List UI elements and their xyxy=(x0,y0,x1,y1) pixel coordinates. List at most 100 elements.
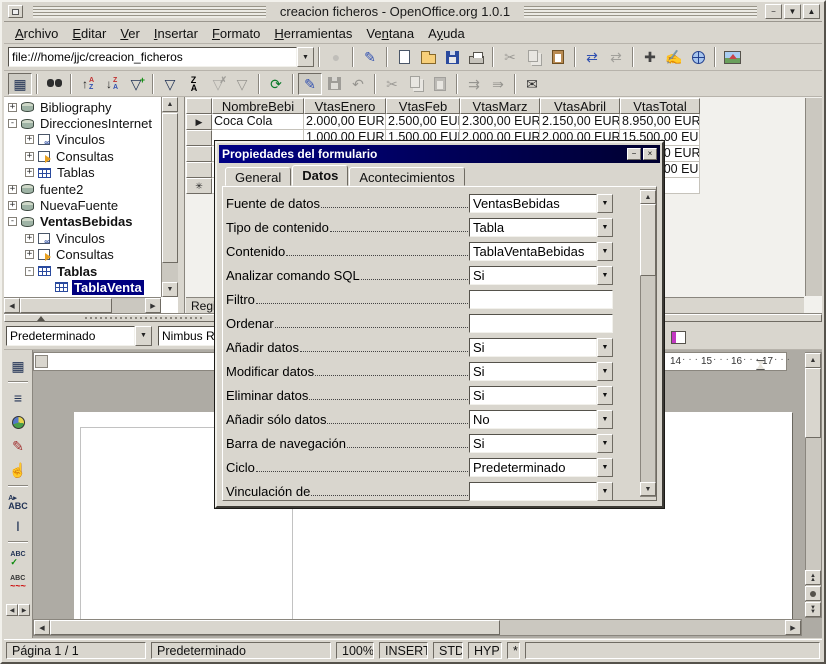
menu-herramientas[interactable]: Herramientas xyxy=(267,24,359,43)
field-value[interactable] xyxy=(469,290,613,309)
paragraph-style-value[interactable]: Predeterminado xyxy=(6,326,135,346)
scroll-down-icon[interactable]: ▼ xyxy=(162,282,178,297)
scroll-up-icon[interactable]: ▲ xyxy=(162,97,178,112)
dropdown-icon[interactable]: ▼ xyxy=(597,386,613,405)
close-icon[interactable]: × xyxy=(643,148,657,160)
field-combobox[interactable]: Si▼ xyxy=(469,338,613,357)
sort-descending-icon[interactable]: ↓ZA xyxy=(100,73,124,95)
field-textbox[interactable] xyxy=(469,314,613,333)
scroll-left-icon[interactable]: ◀ xyxy=(34,620,50,635)
field-combobox[interactable]: Si▼ xyxy=(469,266,613,285)
field-value[interactable] xyxy=(469,314,613,333)
table-row[interactable]: ▶Coca Cola2.000,00 EUR2.500,00 EUR2.300,… xyxy=(186,114,804,130)
expand-icon[interactable]: + xyxy=(25,152,34,161)
expand-icon[interactable]: + xyxy=(25,168,34,177)
stop-loading-icon[interactable]: ● xyxy=(324,46,348,68)
dropdown-icon[interactable]: ▼ xyxy=(597,362,613,381)
navigation-icon[interactable] xyxy=(805,586,821,601)
menu-insertar[interactable]: Insertar xyxy=(147,24,205,43)
tab-acontecimientos[interactable]: Acontecimientos xyxy=(349,167,464,186)
field-value[interactable]: TablaVentaBebidas xyxy=(469,242,597,261)
field-combobox[interactable]: ▼ xyxy=(469,482,613,501)
field-value[interactable]: Tabla xyxy=(469,218,597,237)
document-horizontal-scrollbar[interactable]: ◀ ▶ xyxy=(33,619,802,636)
column-header-vtastotal[interactable]: VtasTotal xyxy=(620,98,700,114)
hide-beamer-icon[interactable] xyxy=(37,316,45,321)
paste-icon[interactable] xyxy=(428,73,452,95)
insert-fields-icon[interactable]: ≡ xyxy=(6,386,30,410)
remove-filter-icon[interactable]: ▽✗ xyxy=(206,73,230,95)
scroll-up-icon[interactable]: ▲ xyxy=(640,190,656,204)
undo-data-entry-icon[interactable]: ↶ xyxy=(346,73,370,95)
cut-icon[interactable]: ✂ xyxy=(498,46,522,68)
menu-ver[interactable]: Ver xyxy=(113,24,147,43)
zoom-level[interactable]: 100% xyxy=(336,642,374,659)
tab-general[interactable]: General xyxy=(225,167,291,186)
insert-mode[interactable]: INSERT xyxy=(379,642,428,659)
status-extra[interactable] xyxy=(525,642,820,659)
apply-filter-icon[interactable]: ▽ xyxy=(230,73,254,95)
tree-item-ventasbebidas[interactable]: -VentasBebidas xyxy=(4,214,161,230)
dialog-scrollbar[interactable]: ▲ ▼ xyxy=(640,189,656,497)
field-value[interactable]: Si xyxy=(469,386,597,405)
url-combobox[interactable]: file:///home/jjc/creacion_ficheros ▼ xyxy=(8,47,314,67)
save-document-icon[interactable] xyxy=(440,46,464,68)
undo-icon[interactable]: ⇄ xyxy=(580,46,604,68)
record-selector[interactable] xyxy=(186,162,212,178)
gallery-icon[interactable] xyxy=(720,46,744,68)
field-combobox[interactable]: TablaVentaBebidas▼ xyxy=(469,242,613,261)
tree-item-consultas[interactable]: +Consultas xyxy=(4,148,161,164)
tree-item-vinculos[interactable]: +Vinculos xyxy=(4,230,161,246)
dropdown-icon[interactable]: ▼ xyxy=(597,242,613,261)
dropdown-icon[interactable]: ▼ xyxy=(597,458,613,477)
dropdown-icon[interactable]: ▼ xyxy=(597,482,613,501)
field-combobox[interactable]: Predeterminado▼ xyxy=(469,458,613,477)
data-to-fields-icon[interactable]: ⇛ xyxy=(486,73,510,95)
tree-item-tablas[interactable]: +Tablas xyxy=(4,165,161,181)
menu-editar[interactable]: Editar xyxy=(65,24,113,43)
scrollbar-thumb[interactable] xyxy=(805,368,821,438)
field-combobox[interactable]: Si▼ xyxy=(469,362,613,381)
field-value[interactable]: Si xyxy=(469,434,597,453)
column-header-vtasmarz[interactable]: VtasMarz xyxy=(460,98,540,114)
standard-filter-icon[interactable]: ▽ xyxy=(158,73,182,95)
spellcheck-icon[interactable]: ABC✓ xyxy=(6,546,30,570)
shade-button-icon[interactable]: ▼ xyxy=(784,4,801,19)
expand-icon[interactable]: + xyxy=(25,234,34,243)
table-cell[interactable]: Coca Cola xyxy=(212,114,304,130)
record-selector[interactable] xyxy=(186,146,212,162)
scroll-left-icon[interactable]: ◀ xyxy=(4,298,20,313)
field-value[interactable]: Si xyxy=(469,266,597,285)
field-value[interactable] xyxy=(469,482,597,501)
menu-ayuda[interactable]: Ayuda xyxy=(421,24,472,43)
design-mode-icon[interactable] xyxy=(666,326,690,348)
scroll-right-icon[interactable]: ▶ xyxy=(145,298,161,313)
expand-icon[interactable]: + xyxy=(8,185,17,194)
table-cell[interactable]: 2.000,00 EUR xyxy=(304,114,386,130)
dropdown-icon[interactable]: ▼ xyxy=(597,194,613,213)
stylist-icon[interactable]: ✍ xyxy=(662,46,686,68)
autofilter-icon[interactable]: ▽+ xyxy=(124,73,148,95)
paste-icon[interactable] xyxy=(546,46,570,68)
scroll-up-icon[interactable]: ▲ xyxy=(805,353,821,368)
tree-item-vinculos[interactable]: +Vinculos xyxy=(4,132,161,148)
scroll-right-icon[interactable]: ▶ xyxy=(785,620,801,635)
insert-objects-icon[interactable] xyxy=(6,410,30,434)
tree-item-nuevafuente[interactable]: +NuevaFuente xyxy=(4,197,161,213)
doc-modified[interactable]: * xyxy=(507,642,520,659)
expand-icon[interactable]: + xyxy=(25,250,34,259)
menu-ventana[interactable]: Ventana xyxy=(359,24,421,43)
mail-merge-icon[interactable]: ✉ xyxy=(520,73,544,95)
navigator-icon[interactable]: ✚ xyxy=(638,46,662,68)
url-dropdown-icon[interactable]: ▼ xyxy=(297,47,314,67)
tree-item-consultas[interactable]: +Consultas xyxy=(4,247,161,263)
dropdown-icon[interactable]: ▼ xyxy=(597,218,613,237)
expand-icon[interactable]: + xyxy=(8,201,17,210)
minimize-button-icon[interactable]: − xyxy=(765,4,782,19)
table-cell[interactable]: 2.300,00 EUR xyxy=(460,114,540,130)
hyperlink-mode[interactable]: HYP xyxy=(468,642,502,659)
splitter-grip[interactable] xyxy=(85,317,205,319)
record-selector[interactable]: ▶ xyxy=(186,114,212,130)
column-header-vtasenero[interactable]: VtasEnero xyxy=(304,98,386,114)
record-selector[interactable]: ✳ xyxy=(186,178,212,194)
